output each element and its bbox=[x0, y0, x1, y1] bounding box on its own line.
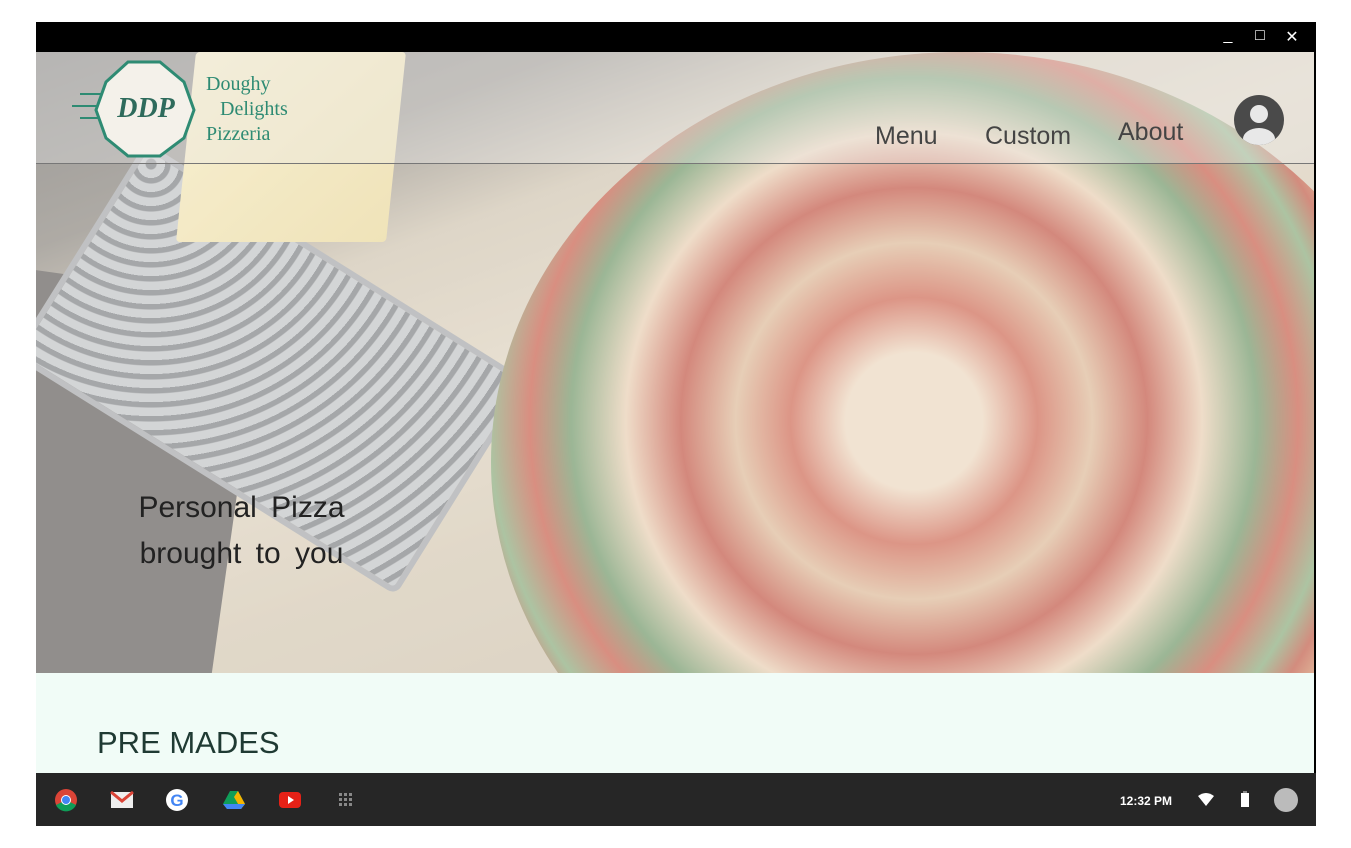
os-shelf: G 12:32 PM bbox=[36, 773, 1316, 826]
chrome-icon[interactable] bbox=[54, 788, 78, 812]
title-bar: _ □ ✕ bbox=[36, 22, 1316, 52]
nav-menu[interactable]: Menu bbox=[875, 122, 938, 151]
google-icon[interactable]: G bbox=[165, 788, 189, 812]
clock[interactable]: 12:32 PM bbox=[1120, 794, 1172, 808]
svg-text:Pizzeria: Pizzeria bbox=[206, 123, 271, 145]
minimize-button[interactable]: _ bbox=[1218, 27, 1238, 45]
gmail-icon[interactable] bbox=[110, 788, 134, 812]
navbar: DDP Doughy Delights Pizzeria Menu Custom… bbox=[36, 52, 1314, 164]
nav-about[interactable]: About bbox=[1118, 118, 1183, 147]
battery-icon[interactable] bbox=[1241, 791, 1249, 807]
wifi-icon[interactable] bbox=[1198, 793, 1214, 807]
launcher-icon[interactable] bbox=[334, 788, 358, 812]
maximize-button[interactable]: □ bbox=[1250, 27, 1270, 45]
hero-banner: DDP Doughy Delights Pizzeria Menu Custom… bbox=[36, 52, 1314, 673]
drive-icon[interactable] bbox=[222, 788, 246, 812]
tagline-line-1: Personal Pizza bbox=[138, 491, 345, 524]
logo[interactable]: DDP Doughy Delights Pizzeria bbox=[70, 58, 310, 158]
svg-text:G: G bbox=[170, 791, 183, 810]
section-title: PRE MADES bbox=[97, 725, 280, 760]
browser-window: _ □ ✕ DDP Doughy Delights Pizzeria Menu … bbox=[36, 22, 1316, 826]
status-avatar[interactable] bbox=[1274, 788, 1298, 812]
hero-tagline: Personal Pizza brought to you bbox=[124, 485, 359, 577]
svg-text:DDP: DDP bbox=[116, 93, 175, 124]
nav-custom[interactable]: Custom bbox=[985, 122, 1071, 151]
svg-text:Doughy: Doughy bbox=[206, 73, 270, 95]
youtube-icon[interactable] bbox=[278, 788, 302, 812]
close-button[interactable]: ✕ bbox=[1282, 27, 1302, 47]
tagline-line-2: brought to you bbox=[139, 537, 344, 570]
svg-text:Delights: Delights bbox=[220, 98, 288, 120]
web-page: DDP Doughy Delights Pizzeria Menu Custom… bbox=[36, 52, 1314, 773]
logo-octagon-icon: DDP Doughy Delights Pizzeria bbox=[72, 60, 288, 158]
account-icon[interactable] bbox=[1234, 95, 1284, 145]
